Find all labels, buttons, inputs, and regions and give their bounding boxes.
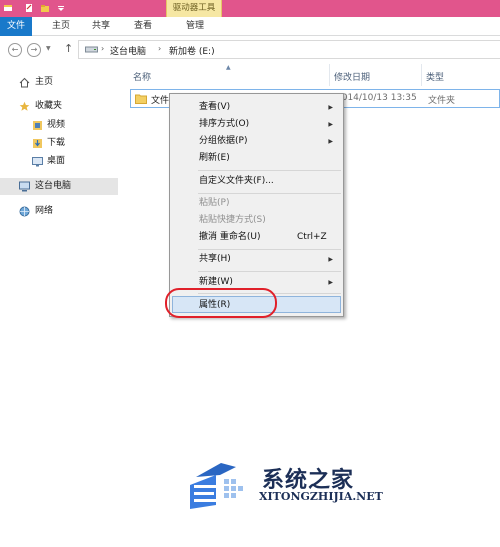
breadcrumb-separator: › (101, 44, 105, 53)
this-pc-icon (19, 181, 30, 192)
menu-item-paste[interactable]: 粘贴(P) (172, 195, 341, 212)
window-icon[interactable] (3, 3, 13, 13)
context-menu: 查看(V) ▶ 排序方式(O) ▶ 分组依据(P) ▶ 刷新(E) 自定义文件夹… (169, 93, 344, 317)
back-arrow-icon: ← (11, 45, 19, 54)
submenu-arrow-icon: ▶ (328, 138, 333, 145)
menu-item-view[interactable]: 查看(V) ▶ (172, 99, 341, 116)
column-header-date[interactable]: 修改日期 (334, 70, 370, 83)
file-name[interactable]: 文件 (151, 93, 169, 106)
drive-tools-tab-group: 驱动器工具 (166, 0, 222, 17)
tab-view[interactable]: 查看 (127, 17, 159, 36)
tab-share[interactable]: 共享 (86, 17, 116, 36)
address-bar[interactable]: › 这台电脑 › 新加卷 (E:) (78, 40, 500, 59)
breadcrumb-separator: › (158, 44, 162, 53)
submenu-arrow-icon: ▶ (328, 104, 333, 111)
nav-item-desktop[interactable]: 桌面 (0, 153, 118, 170)
title-bar: 驱动器工具 (0, 0, 500, 17)
home-icon (19, 77, 30, 88)
ribbon-tabs: 文件 主页 共享 查看 管理 (0, 17, 500, 36)
nav-item-favorites[interactable]: 收藏夹 (0, 98, 118, 115)
breadcrumb-drive-e[interactable]: 新加卷 (E:) (169, 44, 215, 57)
xitongzhijia-logo (190, 463, 243, 509)
download-folder-icon (33, 139, 42, 148)
menu-item-paste-shortcut[interactable]: 粘贴快捷方式(S) (172, 212, 341, 229)
column-divider[interactable] (329, 64, 330, 86)
menu-separator (198, 193, 341, 194)
watermark-url: XITONGZHIJIA.NET (259, 490, 383, 503)
nav-item-home[interactable]: 主页 (0, 74, 118, 91)
menu-item-sort-by[interactable]: 排序方式(O) ▶ (172, 116, 341, 133)
address-row: ← → ▼ ↑ › 这台电脑 › 新加卷 (E:) (0, 36, 500, 64)
quick-access-dropdown-icon[interactable] (56, 3, 66, 13)
tab-file[interactable]: 文件 (0, 17, 32, 36)
back-button[interactable]: ← (8, 43, 22, 57)
submenu-arrow-icon: ▶ (328, 256, 333, 263)
submenu-arrow-icon: ▶ (328, 279, 333, 286)
up-button[interactable]: ↑ (64, 42, 73, 55)
column-header-name[interactable]: 名称 (133, 70, 151, 83)
forward-button[interactable]: → (27, 43, 41, 57)
menu-item-undo-rename[interactable]: 撤消 重命名(U) Ctrl+Z (172, 229, 341, 246)
breadcrumb-this-pc[interactable]: 这台电脑 (110, 44, 146, 57)
properties-quick-icon[interactable] (24, 3, 34, 13)
nav-item-downloads[interactable]: 下载 (0, 135, 118, 152)
tab-manage[interactable]: 管理 (179, 17, 211, 36)
menu-item-group-by[interactable]: 分组依据(P) ▶ (172, 133, 341, 150)
nav-item-videos[interactable]: 视频 (0, 117, 118, 134)
column-headers: ▲ 名称 修改日期 类型 (118, 64, 500, 86)
forward-arrow-icon: → (30, 45, 38, 54)
nav-item-this-pc[interactable]: 这台电脑 (0, 178, 118, 195)
desktop-icon (32, 157, 43, 167)
menu-separator (198, 170, 341, 171)
navigation-pane: 主页 收藏夹 视频 下载 桌面 这台电脑 网络 (0, 64, 118, 547)
network-icon (19, 206, 30, 217)
file-type: 文件夹 (428, 96, 456, 106)
menu-item-share[interactable]: 共享(H) ▶ (172, 251, 341, 268)
video-folder-icon (33, 121, 42, 130)
file-modified-date: 2014/10/13 13:35 (336, 93, 417, 103)
column-header-type[interactable]: 类型 (426, 70, 444, 83)
menu-item-refresh[interactable]: 刷新(E) (172, 150, 341, 167)
sort-ascending-icon: ▲ (226, 64, 231, 71)
recent-locations-chevron-icon[interactable]: ▼ (46, 45, 51, 52)
shortcut-label: Ctrl+Z (297, 232, 327, 242)
folder-icon (135, 94, 147, 104)
computer-icon (85, 46, 98, 53)
submenu-arrow-icon: ▶ (328, 121, 333, 128)
new-folder-quick-icon[interactable] (40, 3, 50, 13)
tab-home[interactable]: 主页 (46, 17, 76, 36)
highlight-annotation (165, 288, 277, 318)
menu-separator (198, 271, 341, 272)
star-icon (19, 101, 30, 111)
column-divider[interactable] (421, 64, 422, 86)
nav-item-network[interactable]: 网络 (0, 203, 118, 220)
menu-item-customize-folder[interactable]: 自定义文件夹(F)... (172, 173, 341, 190)
menu-separator (198, 249, 341, 250)
